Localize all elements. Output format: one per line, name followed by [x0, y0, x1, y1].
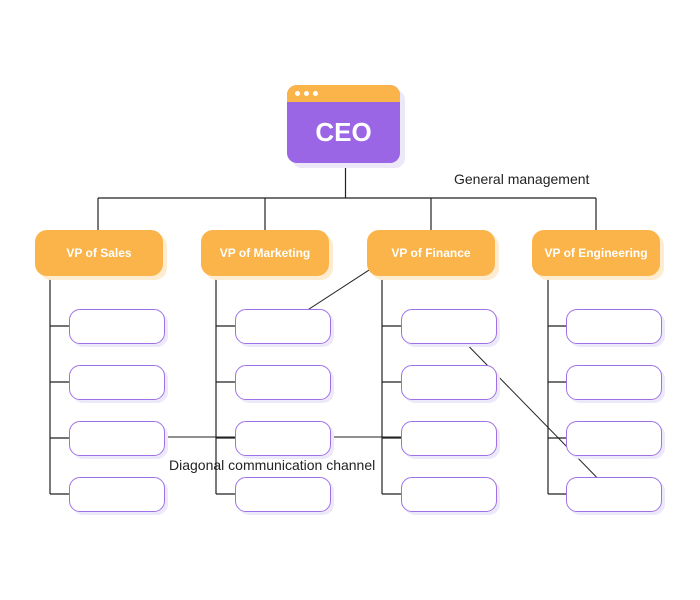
sub-node[interactable]: [401, 477, 497, 512]
sub-node[interactable]: [566, 365, 662, 400]
dot-icon: [313, 91, 318, 96]
vp-label: VP of Marketing: [219, 246, 311, 260]
sub-node[interactable]: [235, 365, 331, 400]
sub-node[interactable]: [69, 309, 165, 344]
sub-node[interactable]: [235, 477, 331, 512]
dot-icon: [304, 91, 309, 96]
sub-node[interactable]: [566, 421, 662, 456]
sub-node[interactable]: [401, 309, 497, 344]
vp-label: VP of Finance: [391, 246, 471, 260]
diagonal-channel-label: Diagonal communication channel: [169, 457, 376, 473]
dot-icon: [295, 91, 300, 96]
sub-node[interactable]: [69, 421, 165, 456]
vp-node-2[interactable]: VP of Finance: [367, 230, 495, 276]
ceo-label: CEO: [315, 117, 372, 147]
vp-label: VP of Engineering: [544, 246, 648, 260]
sub-node[interactable]: [401, 365, 497, 400]
sub-node[interactable]: [235, 309, 331, 344]
vp-node-0[interactable]: VP of Sales: [35, 230, 163, 276]
vp-node-3[interactable]: VP of Engineering: [532, 230, 660, 276]
vp-node-1[interactable]: VP of Marketing: [201, 230, 329, 276]
sub-node[interactable]: [401, 421, 497, 456]
ceo-node[interactable]: CEO: [287, 85, 400, 163]
sub-node[interactable]: [566, 477, 662, 512]
sub-node[interactable]: [69, 477, 165, 512]
ceo-window-bar: [287, 85, 400, 102]
vp-label: VP of Sales: [66, 246, 132, 260]
sub-node[interactable]: [69, 365, 165, 400]
sub-node[interactable]: [235, 421, 331, 456]
sub-node[interactable]: [566, 309, 662, 344]
general-management-label: General management: [454, 171, 590, 187]
arrow-finance-engineering: [448, 325, 612, 493]
